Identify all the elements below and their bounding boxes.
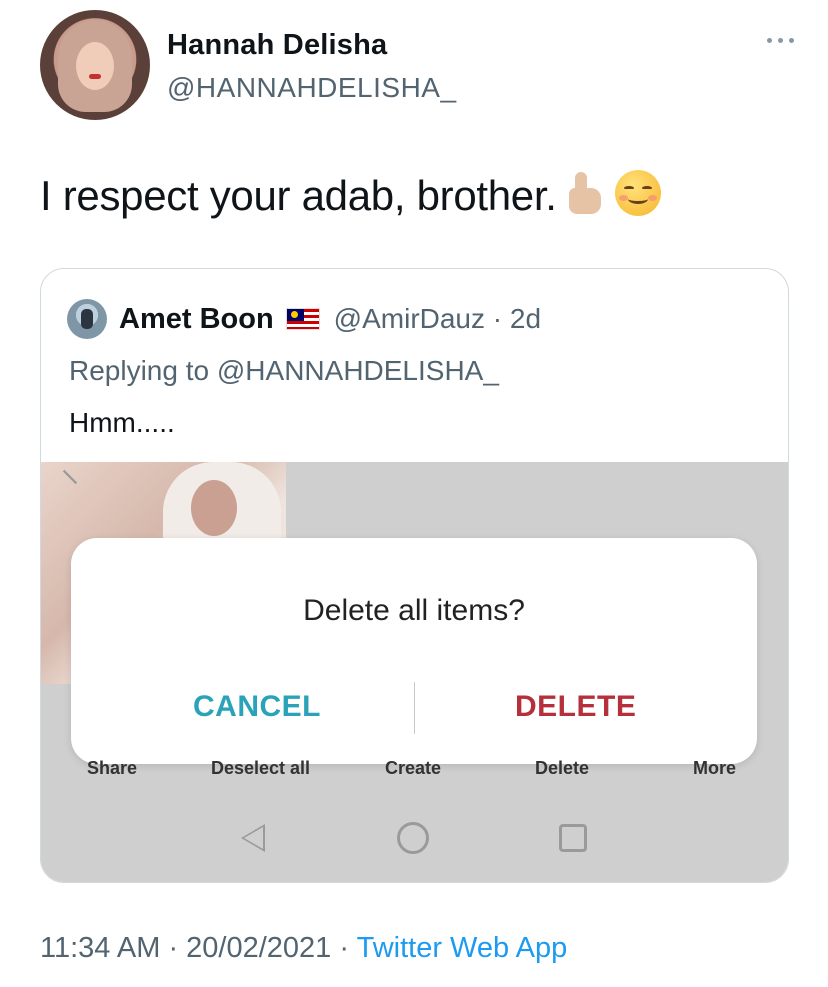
media-action-bar: Share Deselect all Create Delete More xyxy=(41,758,788,788)
cancel-button: CANCEL xyxy=(193,690,321,723)
quoted-header: Amet Boon @AmirDauz · 2d xyxy=(67,299,541,339)
recent-apps-icon xyxy=(559,824,587,852)
tweet-header: Hannah Delisha @HANNAHDELISHA_ xyxy=(40,10,800,122)
malaysia-flag-icon xyxy=(285,308,320,330)
tweet-source[interactable]: Twitter Web App xyxy=(357,932,568,964)
quoted-avatar[interactable] xyxy=(67,299,107,339)
thumbnail-face xyxy=(191,480,237,536)
smiling-face-icon xyxy=(614,170,661,216)
home-icon xyxy=(397,822,429,854)
dialog-title: Delete all items? xyxy=(303,594,525,627)
author-handle[interactable]: @HANNAHDELISHA_ xyxy=(167,72,457,104)
quoted-text: Hmm..... xyxy=(69,407,175,438)
action-delete: Delete xyxy=(535,758,590,778)
quoted-handle-time: @AmirDauz · 2d xyxy=(333,303,542,334)
action-deselect-all: Deselect all xyxy=(211,758,311,778)
quoted-tweet[interactable]: Amet Boon @AmirDauz · 2d Replying to @HA… xyxy=(40,268,789,883)
android-nav-bar xyxy=(41,812,788,872)
tweet-footer: 11:34 AM · 20/02/2021 · Twitter Web App xyxy=(40,932,567,965)
action-share: Share xyxy=(87,758,138,778)
delete-button: DELETE xyxy=(515,690,637,723)
avatar-face xyxy=(76,42,114,90)
action-create: Create xyxy=(385,758,442,778)
delete-dialog: Delete all items? CANCEL DELETE xyxy=(71,538,757,764)
dialog-divider xyxy=(414,682,415,734)
action-more: More xyxy=(693,758,737,778)
more-options-icon[interactable] xyxy=(760,32,800,48)
tweet-body: I respect your adab, brother. xyxy=(40,170,661,220)
tweet-text: I respect your adab, brother. xyxy=(40,172,557,219)
tweet-date[interactable]: 20/02/2021 xyxy=(186,932,331,964)
replying-handle[interactable]: @HANNAHDELISHA_ xyxy=(217,355,499,386)
replying-prefix: Replying to xyxy=(69,355,217,386)
tweet-time[interactable]: 11:34 AM xyxy=(40,932,160,964)
thumbs-up-icon xyxy=(563,170,609,216)
expand-icon xyxy=(55,462,85,492)
author-name[interactable]: Hannah Delisha xyxy=(167,29,387,62)
back-icon xyxy=(241,824,265,852)
author-avatar[interactable] xyxy=(40,10,150,120)
quoted-author-name[interactable]: Amet Boon xyxy=(119,303,274,336)
quoted-media-image[interactable]: Delete all items? CANCEL DELETE Share De… xyxy=(41,462,788,882)
footer-separator-2: · xyxy=(331,932,357,964)
avatar-lips xyxy=(89,74,101,79)
footer-separator-1: · xyxy=(160,932,187,964)
replying-to: Replying to @HANNAHDELISHA_ xyxy=(69,355,499,387)
